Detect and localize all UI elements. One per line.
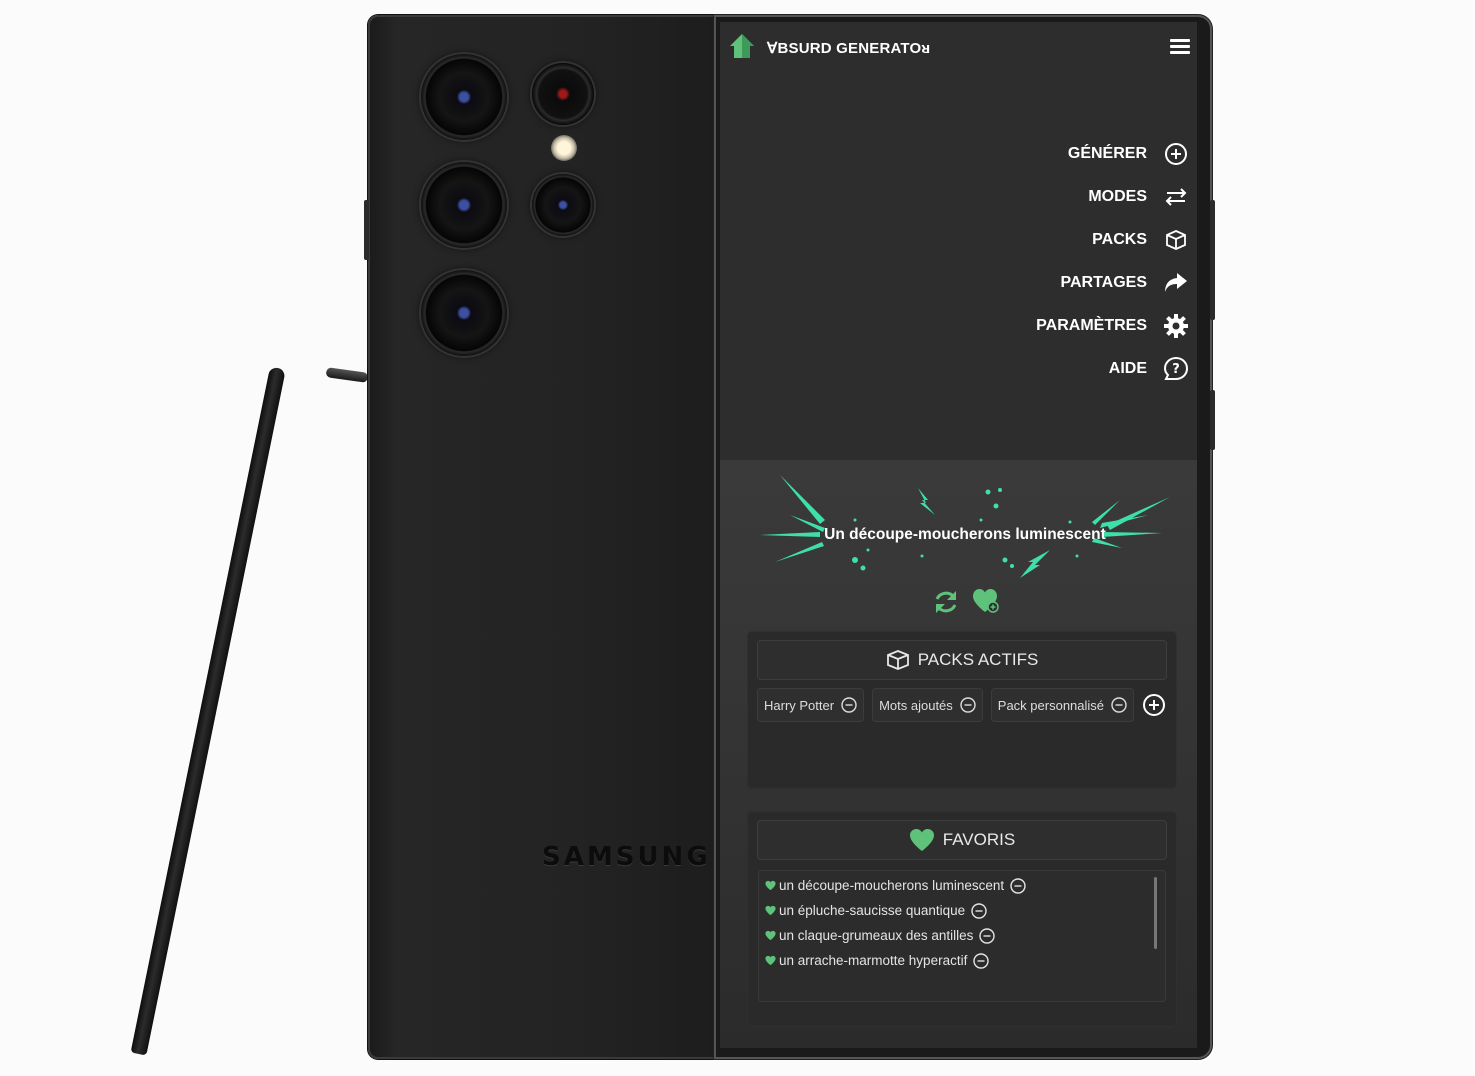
box-icon bbox=[886, 649, 910, 671]
remove-circle-icon[interactable] bbox=[971, 902, 987, 919]
swap-arrows-icon bbox=[1163, 184, 1189, 210]
menu-item-label: PACKS bbox=[1092, 230, 1147, 248]
s-pen-cap bbox=[325, 367, 369, 383]
menu-item-label: MODES bbox=[1088, 187, 1147, 205]
menu-item-parametres[interactable]: PARAMÈTRES bbox=[1036, 304, 1189, 347]
favorites-scrollbar[interactable] bbox=[1154, 877, 1157, 949]
volume-button bbox=[1210, 200, 1215, 320]
packs-panel: PACKS ACTIFS Harry Potter Mots ajoutés P… bbox=[748, 632, 1176, 788]
refresh-icon[interactable] bbox=[932, 588, 960, 616]
favorite-item: un claque-grumeaux des antilles bbox=[759, 923, 1165, 948]
pack-chip: Mots ajoutés bbox=[872, 688, 983, 722]
favorite-label: un découpe-moucherons luminescent bbox=[779, 878, 1005, 893]
menu-item-label: PARAMÈTRES bbox=[1036, 316, 1147, 334]
remove-circle-icon[interactable] bbox=[973, 952, 990, 969]
flash-icon bbox=[551, 135, 577, 161]
heart-icon bbox=[765, 880, 776, 891]
pack-chip-label: Mots ajoutés bbox=[879, 697, 953, 713]
pack-chip-label: Harry Potter bbox=[764, 697, 835, 713]
add-pack-icon[interactable] bbox=[1142, 693, 1166, 717]
heart-icon bbox=[765, 905, 776, 916]
menu-item-label: AIDE bbox=[1108, 359, 1147, 377]
favorite-label: un claque-grumeaux des antilles bbox=[779, 928, 974, 943]
pack-chip-label: Pack personnalisé bbox=[997, 697, 1105, 713]
menu-area: ∀BSURD GENERATOᴚ GÉNÉRER MODES PACKS PAR… bbox=[720, 22, 1197, 460]
plus-circle-icon bbox=[1163, 141, 1189, 167]
menu-item-partages[interactable]: PARTAGES bbox=[1036, 261, 1189, 304]
phone-back bbox=[368, 15, 716, 1059]
svg-text:?: ? bbox=[1172, 362, 1180, 377]
remove-circle-icon[interactable] bbox=[1111, 697, 1127, 713]
side-button bbox=[364, 200, 369, 260]
result-actions bbox=[932, 588, 1000, 616]
remove-circle-icon[interactable] bbox=[841, 697, 857, 713]
share-arrow-icon bbox=[1163, 270, 1189, 296]
camera-lens-icon bbox=[532, 174, 594, 236]
camera-lens-icon bbox=[421, 270, 507, 356]
pack-chip: Pack personnalisé bbox=[990, 688, 1135, 722]
device-brand: SAMSUNG bbox=[542, 842, 711, 872]
generated-result: Un découpe-moucherons luminescent bbox=[824, 526, 1106, 543]
pack-chip: Harry Potter bbox=[757, 688, 865, 722]
camera-lens-icon bbox=[421, 162, 507, 248]
camera-lens-icon bbox=[421, 54, 507, 140]
remove-circle-icon[interactable] bbox=[979, 927, 996, 944]
favorites-list: un découpe-moucherons luminescent un épl… bbox=[758, 870, 1166, 1002]
heart-icon bbox=[765, 930, 776, 941]
menu-item-packs[interactable]: PACKS bbox=[1036, 218, 1189, 261]
heart-icon bbox=[765, 955, 776, 966]
power-button bbox=[1210, 390, 1215, 450]
favorite-item: un arrache-marmotte hyperactif bbox=[759, 948, 1165, 973]
favorites-title: FAVORIS bbox=[942, 830, 1016, 849]
box-icon bbox=[1163, 227, 1189, 253]
menu-item-generer[interactable]: GÉNÉRER bbox=[1036, 132, 1189, 175]
remove-circle-icon[interactable] bbox=[1010, 877, 1026, 894]
heart-add-icon[interactable] bbox=[972, 588, 1000, 614]
packs-chip-list: Harry Potter Mots ajoutés Pack personnal… bbox=[757, 688, 1167, 722]
remove-circle-icon[interactable] bbox=[960, 697, 976, 713]
menu-item-label: GÉNÉRER bbox=[1067, 144, 1147, 162]
packs-panel-header: PACKS ACTIFS bbox=[757, 640, 1167, 680]
gear-icon bbox=[1163, 313, 1189, 339]
s-pen-stylus bbox=[130, 366, 286, 1056]
favorite-label: un épluche-saucisse quantique bbox=[779, 903, 966, 918]
heart-icon bbox=[909, 828, 935, 852]
camera-sensor-icon bbox=[532, 63, 594, 125]
hamburger-menu-icon[interactable] bbox=[1170, 39, 1190, 54]
favorites-panel-header: FAVORIS bbox=[757, 820, 1167, 860]
app-title[interactable]: ∀BSURD GENERATOᴚ bbox=[767, 39, 930, 57]
menu-item-label: PARTAGES bbox=[1060, 273, 1147, 291]
packs-title: PACKS ACTIFS bbox=[917, 650, 1039, 669]
menu-item-aide[interactable]: AIDE ? bbox=[1036, 347, 1189, 390]
favorite-label: un arrache-marmotte hyperactif bbox=[779, 953, 968, 968]
main-menu: GÉNÉRER MODES PACKS PARTAGES PARAMÈTRES … bbox=[1036, 132, 1189, 390]
favorite-item: un découpe-moucherons luminescent bbox=[759, 873, 1165, 898]
app-screen: ∀BSURD GENERATOᴚ GÉNÉRER MODES PACKS PAR… bbox=[720, 22, 1197, 1048]
house-logo-icon[interactable] bbox=[728, 32, 756, 60]
favorites-panel: FAVORIS un découpe-moucherons luminescen… bbox=[748, 812, 1176, 1026]
help-bubble-icon: ? bbox=[1163, 356, 1189, 382]
menu-item-modes[interactable]: MODES bbox=[1036, 175, 1189, 218]
favorite-item: un épluche-saucisse quantique bbox=[759, 898, 1165, 923]
